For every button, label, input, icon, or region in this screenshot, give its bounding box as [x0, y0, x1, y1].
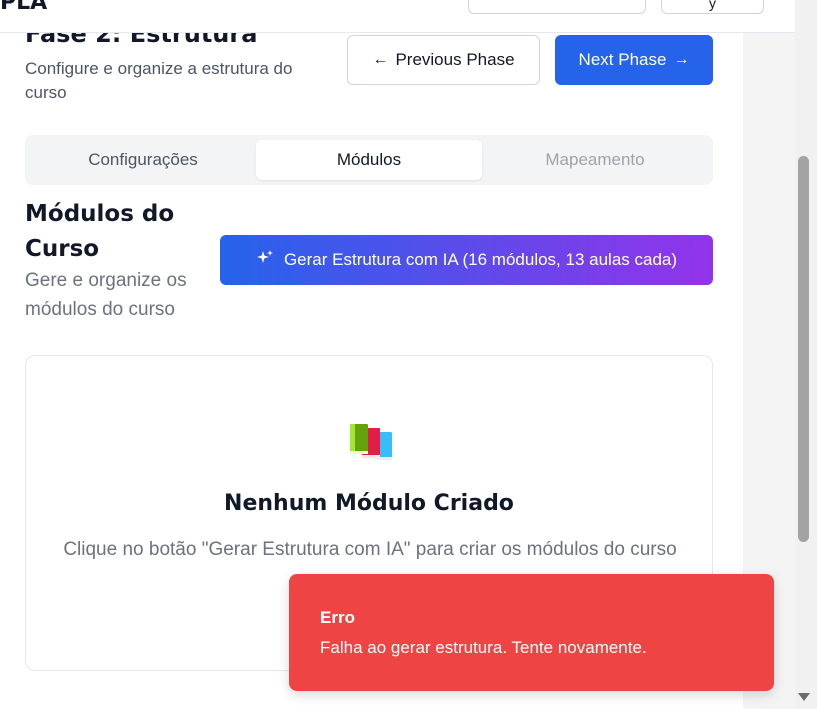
scroll-down-arrow-icon[interactable]	[798, 693, 810, 701]
scrollbar-thumb[interactable]	[798, 156, 809, 542]
sparkles-icon	[256, 249, 274, 272]
empty-state-description: Clique no botão "Gerar Estrutura com IA"…	[63, 539, 677, 560]
previous-phase-button[interactable]: ← Previous Phase	[347, 35, 540, 85]
header-button-2[interactable]: y	[661, 0, 764, 14]
previous-phase-label: Previous Phase	[395, 50, 515, 69]
top-header: PLA y	[0, 0, 795, 33]
tab-configuracoes[interactable]: Configurações	[30, 140, 256, 180]
error-toast[interactable]: Erro Falha ao gerar estrutura. Tente nov…	[289, 574, 774, 691]
arrow-left-icon: ←	[372, 51, 389, 68]
tab-mapeamento: Mapeamento	[545, 150, 645, 169]
phase-tabs: Configurações Módulos Mapeamento	[25, 135, 713, 185]
next-phase-label: Next Phase	[578, 50, 667, 69]
generate-structure-button[interactable]: Gerar Estrutura com IA (16 módulos, 13 a…	[220, 235, 713, 285]
modules-title: Módulos do Curso	[25, 201, 175, 262]
toast-title: Erro	[320, 608, 355, 627]
books-icon	[350, 424, 392, 460]
header-button-1[interactable]	[468, 0, 646, 14]
empty-state-title: Nenhum Módulo Criado	[224, 491, 514, 516]
generate-structure-label: Gerar Estrutura com IA (16 módulos, 13 a…	[283, 250, 678, 269]
main-viewport: PLA y Fase 2: Estrutura Configure e orga…	[0, 0, 795, 709]
vertical-scrollbar[interactable]	[795, 0, 817, 709]
arrow-right-icon: →	[673, 51, 690, 68]
modules-subtitle: Gere e organize os módulos do curso	[25, 270, 187, 320]
phase-subtitle: Configure e organize a estrutura do curs…	[25, 59, 293, 102]
toast-message: Falha ao gerar estrutura. Tente novament…	[320, 638, 647, 657]
tab-modulos[interactable]: Módulos	[256, 140, 482, 180]
next-phase-button[interactable]: Next Phase →	[555, 35, 713, 85]
app-logo-text: PLA	[0, 0, 48, 15]
